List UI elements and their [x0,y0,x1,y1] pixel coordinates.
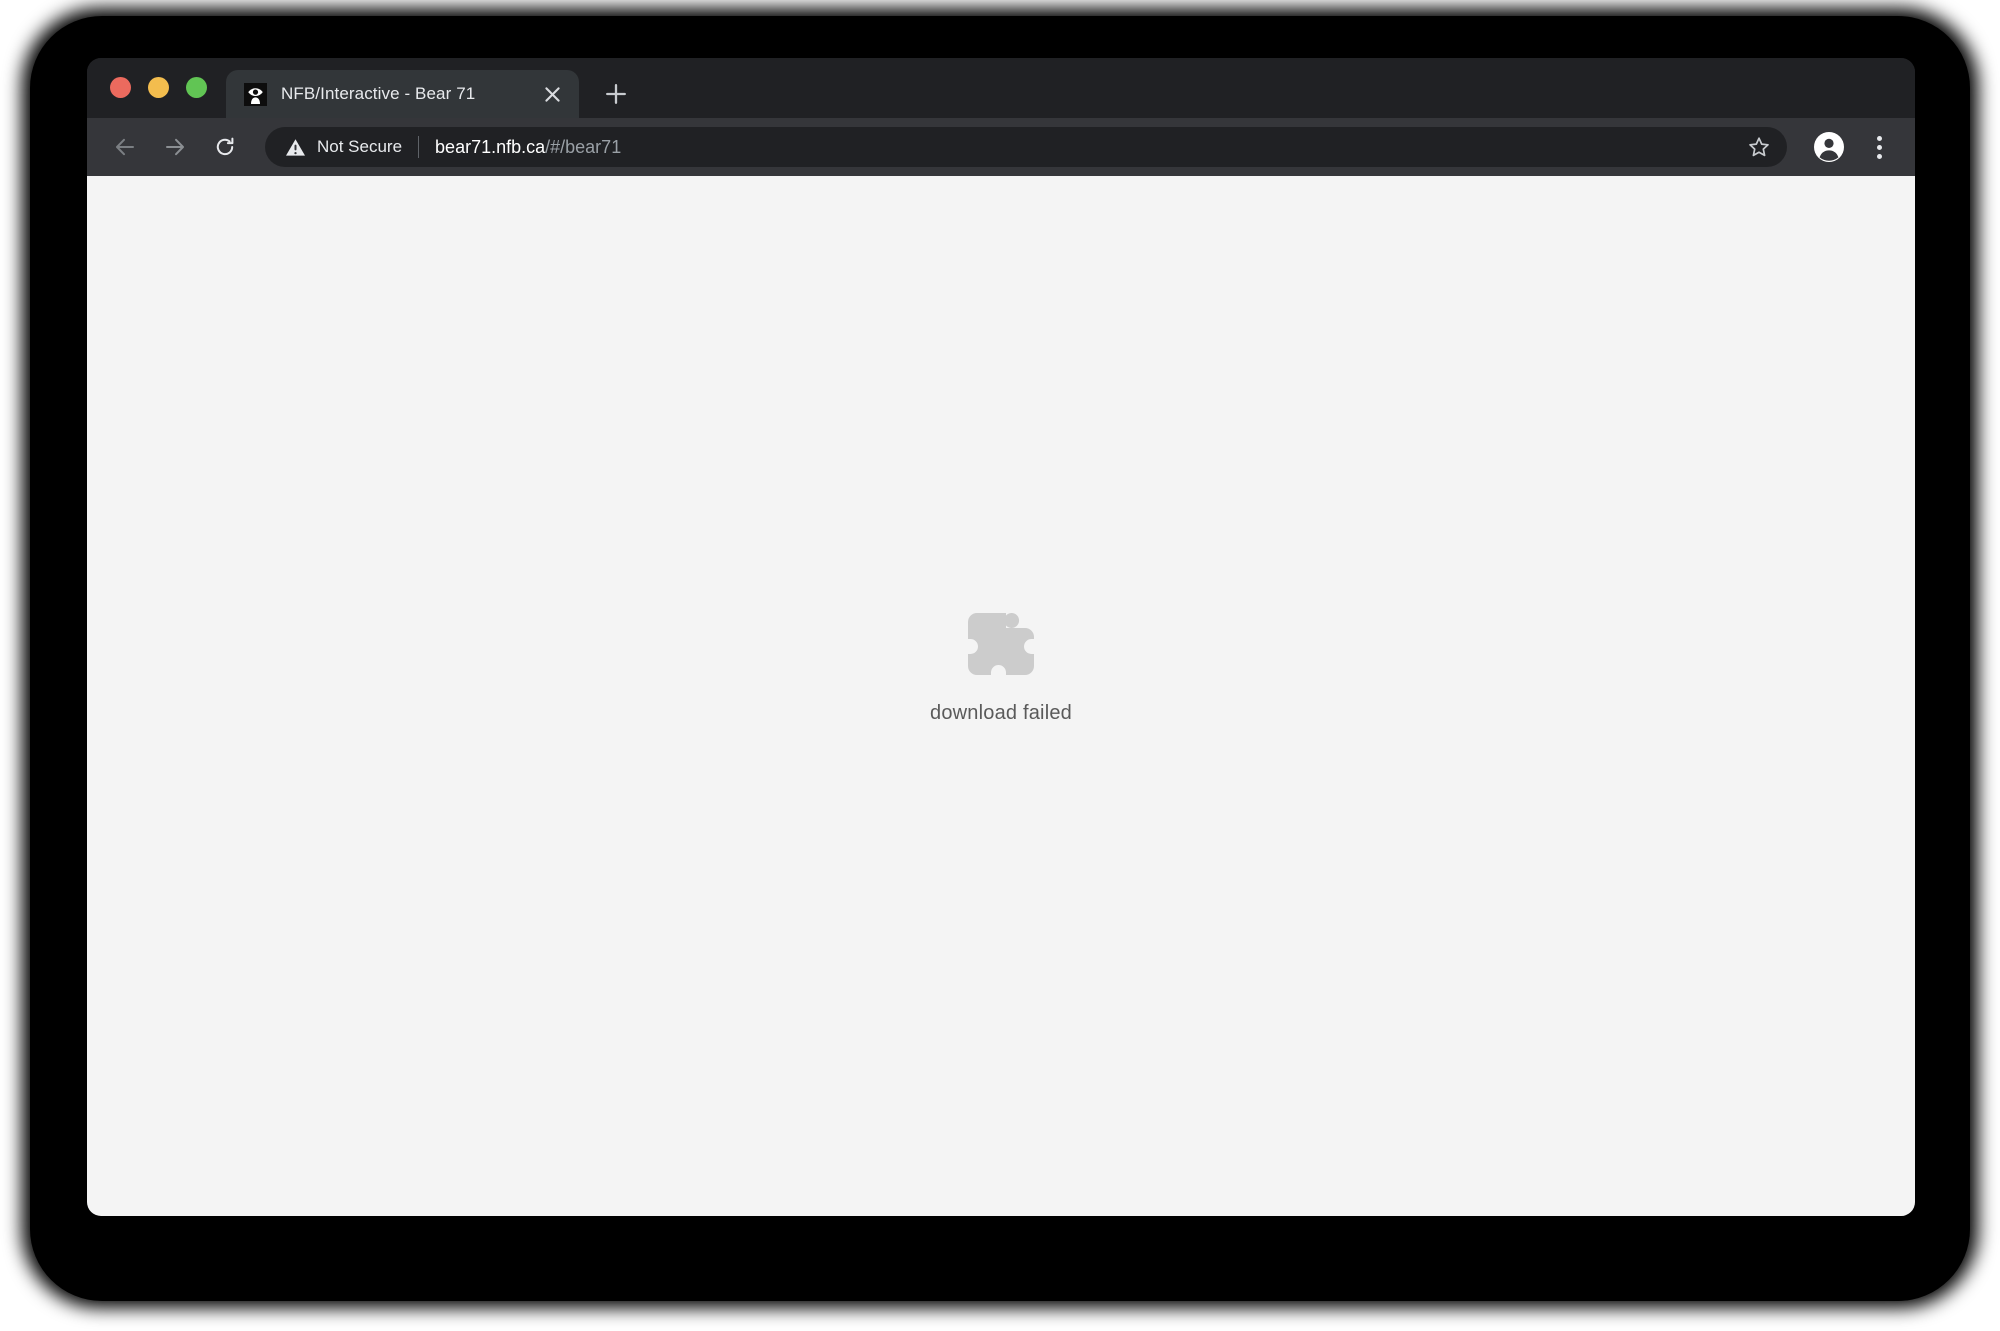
new-tab-button[interactable] [595,73,637,115]
omnibox-divider [418,136,420,158]
back-button[interactable] [103,125,147,169]
account-circle-icon[interactable] [1809,127,1849,167]
maximize-window-button[interactable] [186,77,207,98]
forward-button[interactable] [153,125,197,169]
security-status-label: Not Secure [317,137,403,156]
address-bar[interactable]: Not Secure bear71.nfb.ca/#/bear71 [265,127,1787,167]
tabs-area: NFB/Interactive - Bear 71 [226,58,637,118]
menu-dot [1876,144,1882,150]
plugin-placeholder-label: download failed [930,702,1072,724]
close-window-button[interactable] [110,77,131,98]
close-tab-button[interactable] [537,79,567,109]
minimize-window-button[interactable] [148,77,169,98]
nfb-eye-logo-icon [244,82,267,106]
window-controls [110,77,207,98]
url-host: bear71.nfb.ca [435,136,546,157]
menu-dot [1876,135,1882,141]
browser-tab-active[interactable]: NFB/Interactive - Bear 71 [226,70,579,118]
plugin-placeholder[interactable]: download failed [930,613,1072,725]
url-path: /#/bear71 [545,136,622,157]
tab-strip: NFB/Interactive - Bear 71 [87,58,1915,118]
reload-button[interactable] [203,125,247,169]
browser-tab-title: NFB/Interactive - Bear 71 [281,84,476,103]
browser-window: NFB/Interactive - Bear 71 Not Secure bea… [87,58,1915,1216]
page-viewport: download failed [87,176,1915,1216]
three-dot-menu-icon[interactable] [1859,125,1899,169]
puzzle-piece-icon [968,613,1034,680]
browser-toolbar: Not Secure bear71.nfb.ca/#/bear71 [87,118,1915,176]
url-text: bear71.nfb.ca/#/bear71 [435,137,1739,158]
menu-dot [1876,153,1882,159]
star-outline-icon[interactable] [1739,127,1779,167]
warning-triangle-icon[interactable] [285,137,306,158]
